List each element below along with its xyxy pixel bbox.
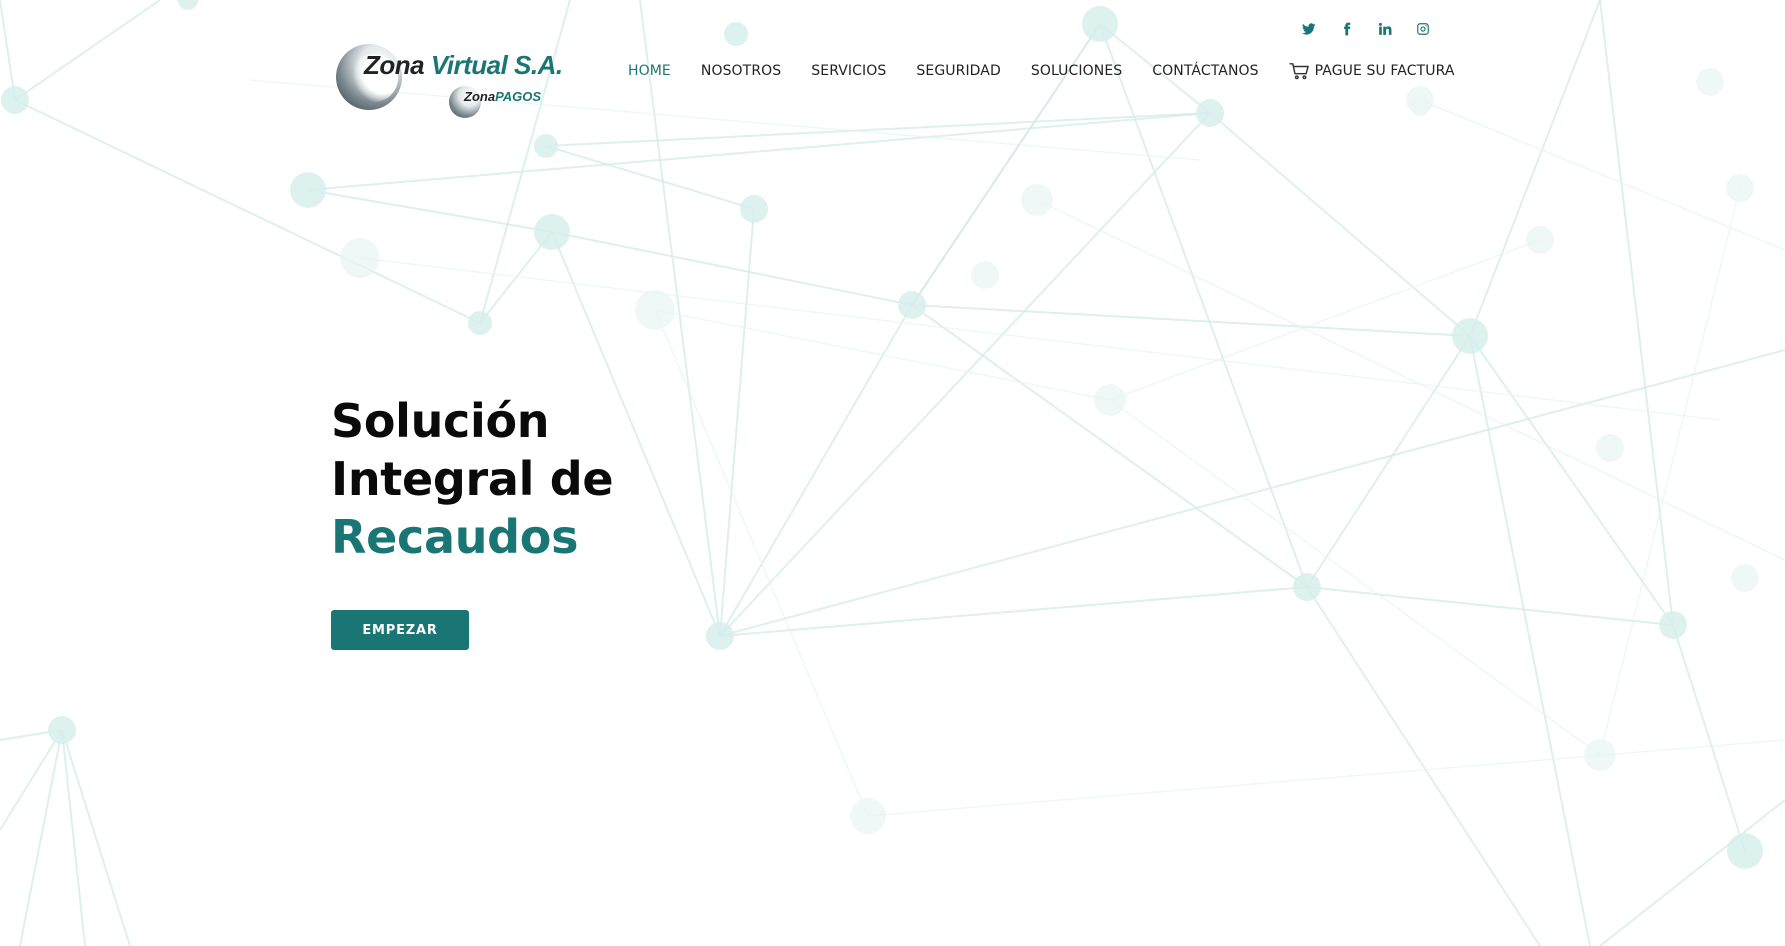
- network-background: [0, 0, 1785, 946]
- instagram-link[interactable]: [1404, 18, 1442, 40]
- logo-title: Zona Virtual S.A.: [364, 50, 563, 81]
- hero-section: Solución Integral de Recaudos: [331, 392, 614, 566]
- nav-item-nosotros[interactable]: NOSOTROS: [701, 63, 781, 79]
- hero-title-line-3: Recaudos: [331, 510, 579, 564]
- logo-word-2: Virtual S.A.: [430, 50, 563, 80]
- cart-icon: [1289, 62, 1311, 80]
- logo-word-1: Zona: [364, 50, 425, 80]
- hero-title-line-2: Integral de: [331, 452, 614, 506]
- zonapagos-word-1: Zona: [464, 89, 496, 104]
- social-links: [1290, 18, 1442, 40]
- nav-item-soluciones[interactable]: SOLUCIONES: [1031, 63, 1122, 79]
- main-nav: HOME NOSOTROS SERVICIOS SEGURIDAD SOLUCI…: [628, 59, 1455, 83]
- linkedin-link[interactable]: [1366, 18, 1404, 40]
- hero-title: Solución Integral de Recaudos: [331, 392, 614, 566]
- nav-item-seguridad[interactable]: SEGURIDAD: [916, 63, 1000, 79]
- twitter-icon: [1302, 23, 1316, 35]
- zonapagos-word-2: PAGOS: [495, 89, 542, 104]
- nav-item-pague-su-factura[interactable]: PAGUE SU FACTURA: [1289, 62, 1455, 80]
- nav-item-servicios[interactable]: SERVICIOS: [811, 63, 886, 79]
- facebook-icon: [1344, 22, 1351, 36]
- hero-title-line-1: Solución: [331, 394, 550, 448]
- company-logo[interactable]: Zona Virtual S.A. ZonaPAGOS: [334, 40, 563, 122]
- linkedin-icon: [1378, 22, 1392, 35]
- empezar-button[interactable]: EMPEZAR: [331, 610, 469, 650]
- instagram-icon: [1417, 23, 1429, 35]
- nav-item-home[interactable]: HOME: [628, 63, 671, 79]
- facebook-link[interactable]: [1328, 18, 1366, 40]
- twitter-link[interactable]: [1290, 18, 1328, 40]
- zonapagos-logo: ZonaPAGOS: [464, 89, 541, 104]
- nav-item-contactanos[interactable]: CONTÁCTANOS: [1152, 63, 1258, 79]
- pague-su-factura-label: PAGUE SU FACTURA: [1314, 63, 1455, 79]
- page: Zona Virtual S.A. ZonaPAGOS HOME NOSOTRO…: [0, 0, 1785, 946]
